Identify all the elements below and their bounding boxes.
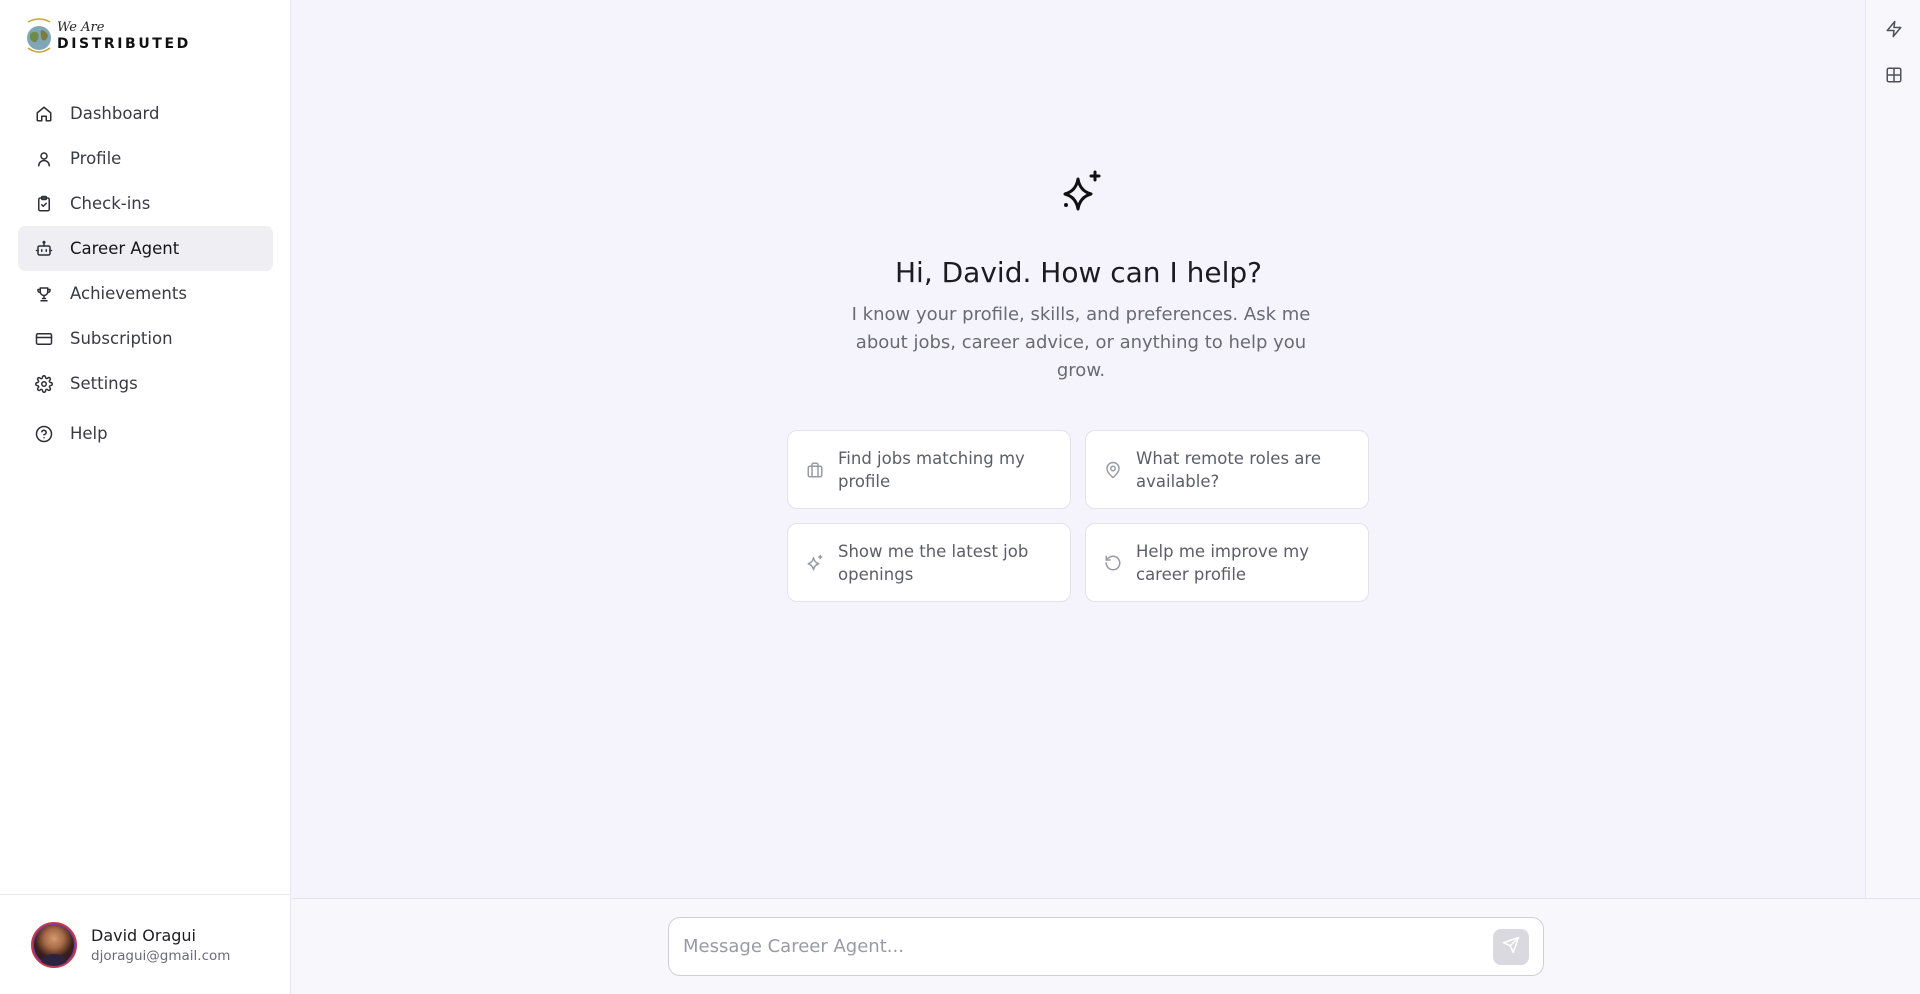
greeting-heading: Hi, David. How can I help? xyxy=(894,256,1262,289)
layout-grid-icon[interactable] xyxy=(1883,64,1905,86)
sidebar-item-settings[interactable]: Settings xyxy=(18,361,273,406)
lightning-icon[interactable] xyxy=(1883,18,1905,40)
sidebar-item-label: Career Agent xyxy=(70,239,180,258)
suggestion-label: Show me the latest job openings xyxy=(838,541,1029,584)
suggestion-card-find-jobs[interactable]: Find jobs matching my profile xyxy=(787,430,1071,509)
user-account[interactable]: David Oragui djoragui@gmail.com xyxy=(0,894,291,994)
brand-line-1: We Are xyxy=(57,20,105,35)
brand-logo[interactable]: We Are DISTRIBUTED xyxy=(24,14,191,58)
trophy-icon xyxy=(34,284,54,304)
refresh-icon xyxy=(1104,554,1122,572)
sidebar-item-dashboard[interactable]: Dashboard xyxy=(18,91,273,136)
sidebar-item-help[interactable]: Help xyxy=(18,411,273,456)
chat-main: Hi, David. How can I help? I know your p… xyxy=(292,0,1865,898)
sidebar-item-check-ins[interactable]: Check-ins xyxy=(18,181,273,226)
sidebar-item-label: Settings xyxy=(70,374,138,393)
sidebar: We Are DISTRIBUTED Dashboard Profile Che… xyxy=(0,0,291,994)
user-icon xyxy=(34,149,54,169)
credit-card-icon xyxy=(34,329,54,349)
sidebar-item-label: Achievements xyxy=(70,284,187,303)
sidebar-item-label: Profile xyxy=(70,149,122,168)
suggestion-grid: Find jobs matching my profile What remot… xyxy=(787,430,1371,602)
sidebar-item-achievements[interactable]: Achievements xyxy=(18,271,273,316)
brand-line-2: DISTRIBUTED xyxy=(57,36,191,52)
greeting-subtitle: I know your profile, skills, and prefere… xyxy=(851,304,1311,381)
home-icon xyxy=(34,104,54,124)
sidebar-item-label: Subscription xyxy=(70,329,173,348)
sidebar-item-label: Dashboard xyxy=(70,104,160,123)
user-name: David Oragui xyxy=(91,925,196,945)
globe-icon xyxy=(24,16,54,56)
sparkles-icon xyxy=(1058,169,1104,215)
suggestion-card-remote-roles[interactable]: What remote roles are available? xyxy=(1085,430,1369,509)
sparkles-icon xyxy=(806,554,824,572)
suggestion-card-improve-profile[interactable]: Help me improve my career profile xyxy=(1085,523,1369,602)
message-input[interactable] xyxy=(683,936,1493,957)
user-email: djoragui@gmail.com xyxy=(91,947,231,964)
suggestion-label: What remote roles are available? xyxy=(1136,448,1321,491)
clipboard-check-icon xyxy=(34,194,54,214)
gear-icon xyxy=(34,374,54,394)
suggestion-label: Help me improve my career profile xyxy=(1136,541,1309,584)
map-pin-icon xyxy=(1104,461,1122,479)
sidebar-item-profile[interactable]: Profile xyxy=(18,136,273,181)
send-icon xyxy=(1502,936,1520,958)
right-rail xyxy=(1865,0,1920,898)
help-circle-icon xyxy=(34,424,54,444)
sidebar-item-career-agent[interactable]: Career Agent xyxy=(18,226,273,271)
sidebar-item-subscription[interactable]: Subscription xyxy=(18,316,273,361)
sidebar-item-label: Help xyxy=(70,424,108,443)
avatar xyxy=(31,921,77,968)
suggestion-label: Find jobs matching my profile xyxy=(838,448,1025,491)
sidebar-item-label: Check-ins xyxy=(70,194,151,213)
message-composer xyxy=(668,917,1544,976)
briefcase-icon xyxy=(806,461,824,479)
bot-icon xyxy=(34,239,54,259)
sidebar-nav: Dashboard Profile Check-ins Career Agent… xyxy=(18,91,273,456)
suggestion-card-latest-openings[interactable]: Show me the latest job openings xyxy=(787,523,1071,602)
send-button[interactable] xyxy=(1493,928,1529,965)
